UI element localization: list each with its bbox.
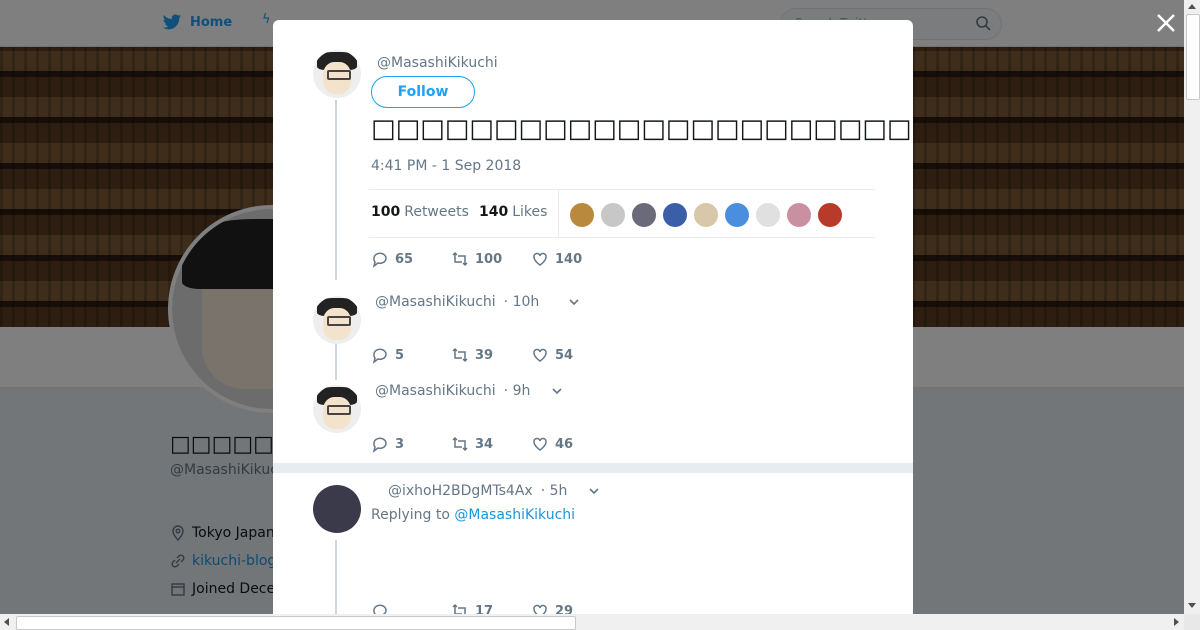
reply-button[interactable]: 5	[371, 346, 451, 364]
retweet-count: 100	[475, 251, 503, 267]
reply-button[interactable]: 65	[371, 250, 451, 268]
likes-count: 140	[479, 204, 509, 220]
tweet-actions: 65 100 140	[371, 250, 611, 268]
scrollbar-corner	[1184, 614, 1200, 630]
liker-avatar[interactable]	[724, 202, 750, 228]
like-button[interactable]: 29	[531, 602, 611, 614]
liker-avatar[interactable]	[662, 202, 688, 228]
scroll-left-arrow[interactable]	[4, 618, 9, 626]
scroll-up-arrow[interactable]	[1188, 4, 1196, 9]
liker-avatar[interactable]	[817, 202, 843, 228]
heart-icon	[533, 604, 547, 614]
retweet-icon	[452, 251, 468, 267]
reply-actions: 5 39 54	[371, 346, 611, 364]
reply-count: 3	[395, 436, 405, 452]
chevron-down-icon[interactable]	[587, 484, 601, 498]
liker-avatar[interactable]	[786, 202, 812, 228]
reply-avatar[interactable]	[313, 296, 361, 344]
reply-button[interactable]	[371, 602, 451, 614]
retweet-icon	[452, 347, 468, 363]
reply-count: 5	[395, 347, 405, 363]
other-user-avatar[interactable]	[313, 485, 361, 533]
scroll-down-arrow[interactable]	[1188, 603, 1196, 608]
author-avatar[interactable]	[313, 50, 361, 98]
retweet-icon	[452, 436, 468, 452]
retweets-count: 100	[371, 204, 401, 220]
conversation-separator	[273, 463, 913, 473]
other-reply-time[interactable]: · 5h	[541, 483, 568, 499]
retweet-count: 17	[475, 603, 494, 615]
close-icon[interactable]	[1155, 12, 1177, 34]
reply-header: @MasashiKikuchi · 9h	[375, 383, 564, 399]
reply-header: @MasashiKikuchi · 10h	[375, 294, 581, 310]
retweets-stat[interactable]: 100 Retweets	[371, 204, 469, 220]
tweet-modal: @MasashiKikuchi Follow □□□□□□□□□□□□□□□□□…	[273, 20, 913, 614]
reply-count: 65	[395, 251, 414, 267]
liker-avatar[interactable]	[569, 202, 595, 228]
heart-icon	[533, 437, 547, 451]
like-count: 46	[555, 436, 574, 452]
liker-avatar[interactable]	[755, 202, 781, 228]
retweet-button[interactable]: 17	[451, 602, 531, 614]
scroll-right-arrow[interactable]	[1174, 618, 1179, 626]
reply-icon	[372, 348, 387, 364]
horizontal-scroll-thumb[interactable]	[16, 616, 576, 630]
thread-line	[335, 540, 337, 614]
likes-label: Likes	[512, 204, 548, 220]
replying-prefix: Replying to	[371, 507, 450, 523]
reply-icon	[372, 252, 387, 268]
retweet-button[interactable]: 100	[451, 250, 531, 268]
reply-handle[interactable]: @MasashiKikuchi	[375, 294, 496, 310]
thread-line	[335, 100, 337, 280]
reply-actions: 3 34 46	[371, 435, 611, 453]
retweet-icon	[452, 603, 466, 614]
like-button[interactable]: 54	[531, 346, 611, 364]
replying-to: Replying to @MasashiKikuchi	[371, 507, 575, 523]
liker-avatars	[569, 202, 843, 228]
reply-icon	[373, 604, 387, 614]
reply-time[interactable]: · 10h	[504, 294, 540, 310]
author-handle[interactable]: @MasashiKikuchi	[377, 55, 498, 71]
liker-avatar[interactable]	[693, 202, 719, 228]
retweet-button[interactable]: 39	[451, 346, 531, 364]
retweet-count: 39	[475, 347, 494, 363]
retweet-count: 34	[475, 436, 494, 452]
chevron-down-icon[interactable]	[567, 295, 581, 309]
reply-avatar[interactable]	[313, 385, 361, 433]
reply-time[interactable]: · 9h	[504, 383, 531, 399]
liker-avatar[interactable]	[631, 202, 657, 228]
stats-divider	[558, 190, 559, 237]
heart-icon	[533, 348, 547, 362]
like-count: 140	[555, 251, 583, 267]
like-count: 54	[555, 347, 574, 363]
replying-to-link[interactable]: @MasashiKikuchi	[454, 507, 575, 523]
reply-button[interactable]: 3	[371, 435, 451, 453]
other-reply-header: @ixhoH2BDgMTs4Ax · 5h	[388, 483, 601, 499]
heart-icon	[533, 252, 547, 266]
tweet-timestamp[interactable]: 4:41 PM - 1 Sep 2018	[371, 158, 521, 174]
retweets-label: Retweets	[404, 204, 469, 220]
like-count: 29	[555, 603, 574, 615]
retweet-button[interactable]: 34	[451, 435, 531, 453]
vertical-scroll-thumb[interactable]	[1186, 14, 1200, 100]
reply-handle[interactable]: @MasashiKikuchi	[375, 383, 496, 399]
other-reply-handle[interactable]: @ixhoH2BDgMTs4Ax	[388, 483, 533, 499]
tweet-stats: 100 Retweets 140 Likes	[369, 189, 875, 238]
other-reply-actions: 17 29	[371, 602, 611, 614]
like-button[interactable]: 140	[531, 250, 611, 268]
chevron-down-icon[interactable]	[550, 384, 564, 398]
reply-icon	[372, 437, 387, 453]
liker-avatar[interactable]	[600, 202, 626, 228]
follow-button[interactable]: Follow	[371, 76, 475, 108]
likes-stat[interactable]: 140 Likes	[479, 204, 547, 220]
tweet-text: □□□□□□□□□□□□□□□□□□□□□□□□□□□□□□□□□□□□□□□□…	[371, 114, 911, 144]
like-button[interactable]: 46	[531, 435, 611, 453]
